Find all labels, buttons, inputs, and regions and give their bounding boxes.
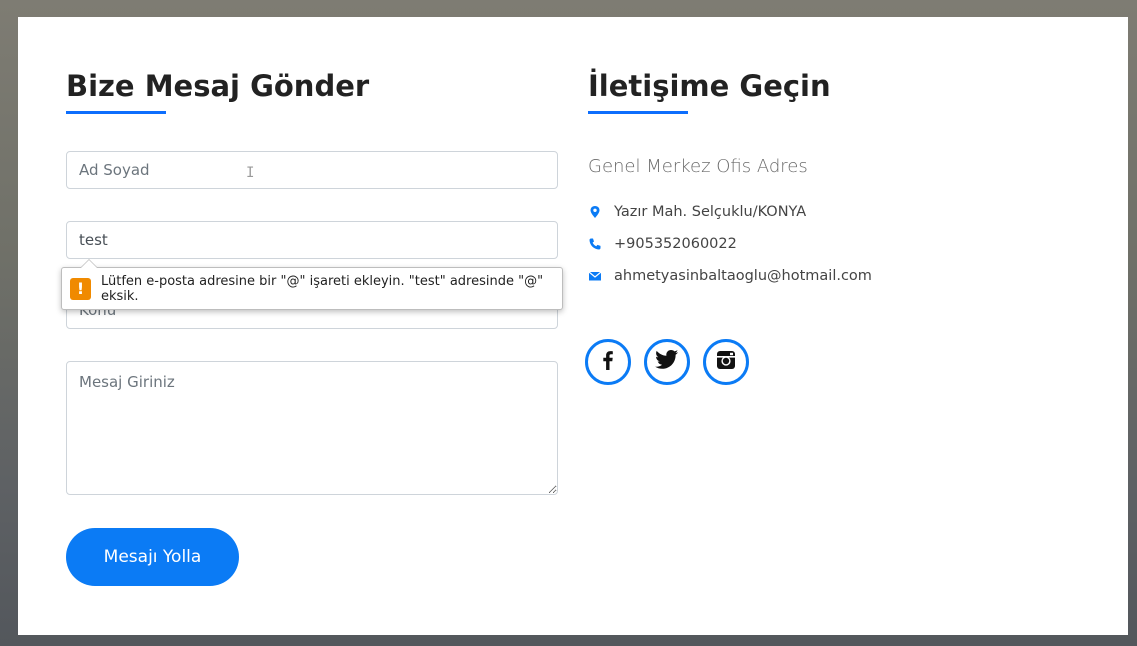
contact-heading: İletişime Geçin bbox=[588, 69, 831, 103]
phone-icon bbox=[588, 237, 602, 251]
warning-icon: ! bbox=[70, 277, 91, 300]
name-input[interactable] bbox=[66, 151, 558, 189]
phone-row: +905352060022 bbox=[588, 236, 737, 252]
validation-message: Lütfen e-posta adresine bir "@" işareti … bbox=[100, 273, 544, 304]
form-heading-underline bbox=[66, 111, 166, 114]
twitter-link[interactable] bbox=[644, 339, 690, 385]
contact-card: Bize Mesaj Gönder I ! Lütfen e-posta adr… bbox=[18, 17, 1128, 635]
phone-text: +905352060022 bbox=[614, 236, 737, 252]
contact-heading-underline bbox=[588, 111, 688, 114]
envelope-icon bbox=[588, 269, 602, 283]
facebook-link[interactable] bbox=[585, 339, 631, 385]
twitter-icon bbox=[654, 349, 680, 376]
send-message-button[interactable]: Mesajı Yolla bbox=[66, 528, 239, 586]
office-title: Genel Merkez Ofis Adres bbox=[588, 156, 808, 177]
instagram-icon bbox=[715, 349, 737, 376]
instagram-link[interactable] bbox=[703, 339, 749, 385]
address-text: Yazır Mah. Selçuklu/KONYA bbox=[614, 204, 807, 220]
message-textarea[interactable] bbox=[66, 361, 558, 495]
address-row: Yazır Mah. Selçuklu/KONYA bbox=[588, 204, 806, 220]
email-text: ahmetyasinbaltaoglu@hotmail.com bbox=[614, 268, 872, 284]
email-row: ahmetyasinbaltaoglu@hotmail.com bbox=[588, 268, 872, 284]
text-cursor-icon: I bbox=[246, 165, 255, 181]
form-heading: Bize Mesaj Gönder bbox=[66, 69, 370, 103]
validation-tooltip: ! Lütfen e-posta adresine bir "@" işaret… bbox=[61, 259, 563, 310]
email-input[interactable] bbox=[66, 221, 558, 259]
facebook-icon bbox=[597, 349, 619, 376]
map-marker-icon bbox=[588, 205, 602, 219]
